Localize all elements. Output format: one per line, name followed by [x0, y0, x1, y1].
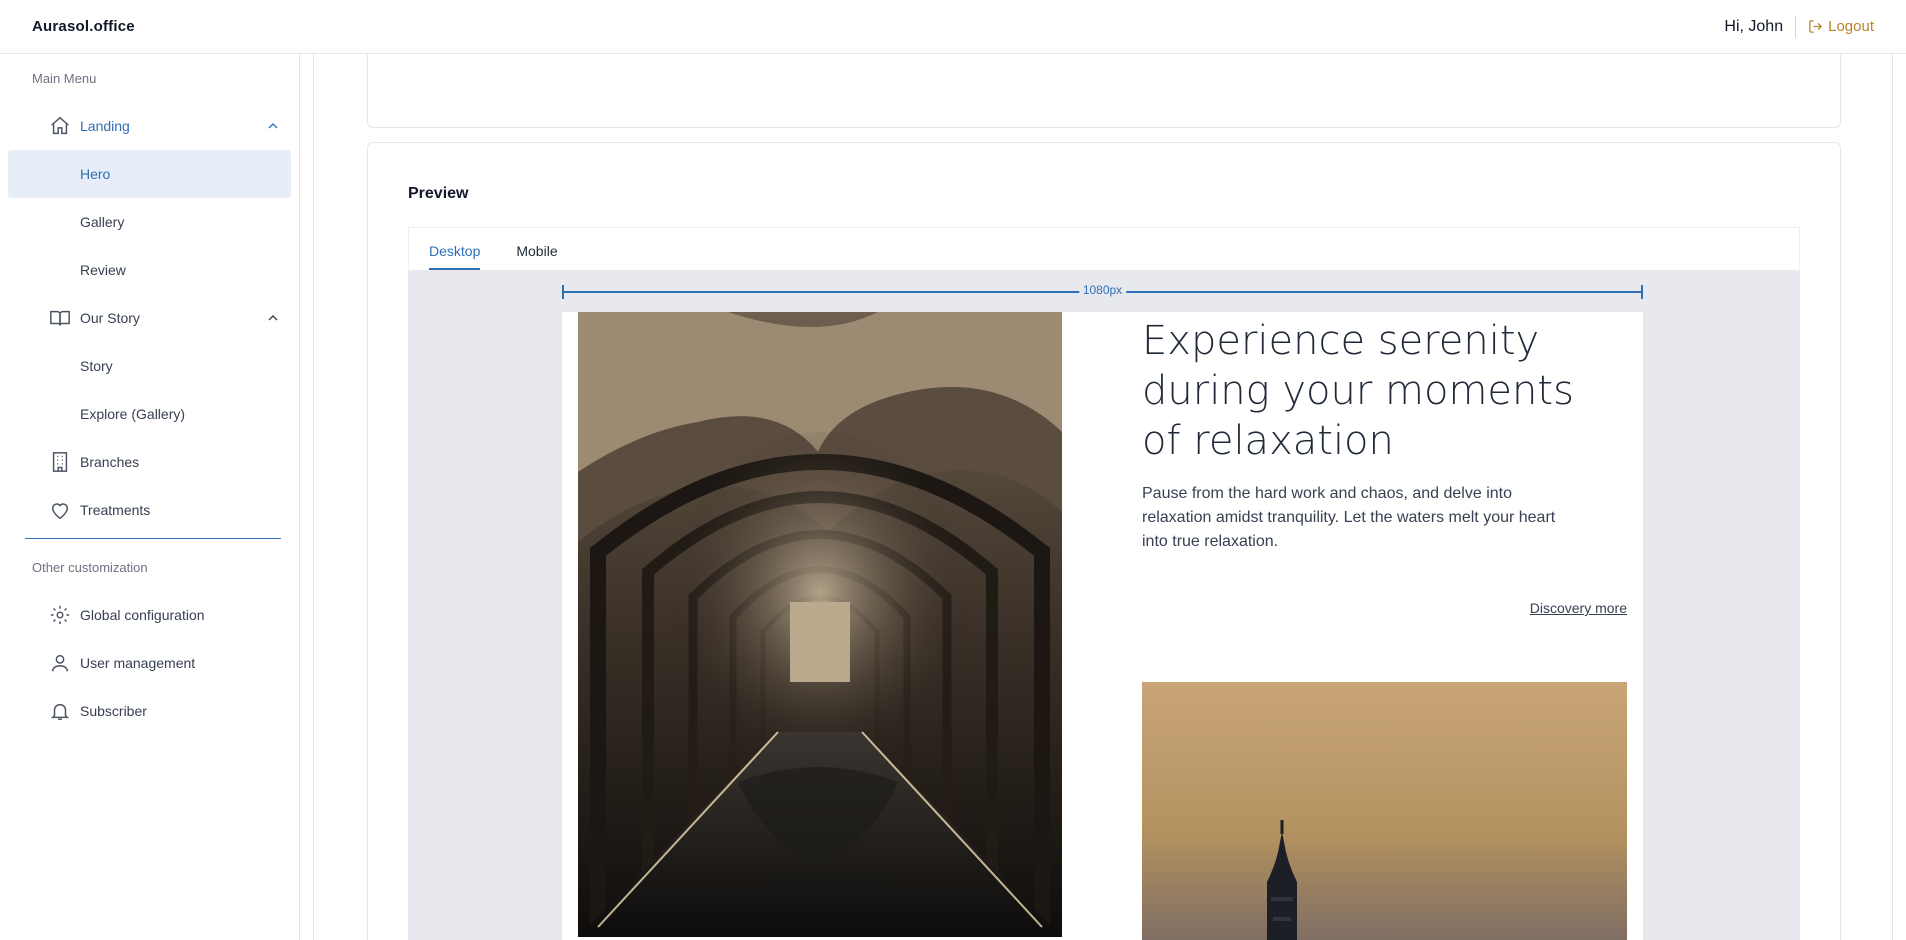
hero-body: Pause from the hard work and chaos, and …	[1142, 485, 1556, 550]
sidebar-divider	[25, 538, 281, 539]
ruler-cap-right	[1641, 285, 1643, 299]
sidebar-item-landing[interactable]: Landing	[0, 102, 299, 150]
sidebar-item-hero[interactable]: Hero	[8, 150, 291, 198]
sidebar-item-subscriber[interactable]: Subscriber	[0, 687, 299, 735]
sidebar-item-label: User management	[80, 655, 196, 671]
top-bar: Aurasol.office Hi, John Logout	[0, 0, 1906, 54]
hero-title: Experience serenity during your moments …	[1142, 318, 1574, 464]
tab-mobile[interactable]: Mobile	[516, 243, 557, 270]
heart-icon	[48, 498, 72, 522]
form-card: Submit	[367, 54, 1841, 128]
sidebar: Main Menu Landing Hero Gallery Review Ou…	[0, 54, 300, 940]
sidebar-item-label: Subscriber	[80, 703, 147, 719]
tab-desktop[interactable]: Desktop	[429, 243, 481, 270]
sidebar-item-explore-gallery[interactable]: Explore (Gallery)	[8, 390, 291, 438]
user-icon	[48, 651, 72, 675]
ruler-cap-left	[562, 285, 564, 299]
sidebar-item-story[interactable]: Story	[8, 342, 291, 390]
sidebar-item-label: Our Story	[80, 310, 140, 326]
logout-icon	[1809, 20, 1823, 33]
corridor-image	[578, 312, 1062, 937]
home-icon	[48, 114, 72, 138]
sidebar-item-gallery[interactable]: Gallery	[8, 198, 291, 246]
sidebar-item-our-story[interactable]: Our Story	[0, 294, 299, 342]
main-menu-label: Main Menu	[32, 70, 97, 86]
preview-card: Preview Desktop Mobile 1080px Experience…	[367, 142, 1841, 940]
brand-logo[interactable]: Aurasol.office	[32, 18, 135, 35]
sidebar-item-treatments[interactable]: Treatments	[0, 486, 299, 534]
gear-icon	[48, 603, 72, 627]
sidebar-item-review[interactable]: Review	[8, 246, 291, 294]
building-icon	[48, 450, 72, 474]
chevron-up-icon[interactable]	[265, 310, 281, 326]
logout-button[interactable]: Logout	[1808, 18, 1874, 35]
other-customization-label: Other customization	[32, 559, 148, 575]
hero-preview-page: Experience serenity during your moments …	[562, 312, 1643, 940]
bell-icon	[48, 699, 72, 723]
preview-tabs: Desktop Mobile	[408, 227, 1800, 270]
chevron-up-icon[interactable]	[265, 118, 281, 134]
sunset-image	[1142, 682, 1627, 940]
user-greeting: Hi, John	[1724, 17, 1784, 35]
sidebar-item-label: Landing	[80, 118, 130, 134]
sidebar-item-branches[interactable]: Branches	[0, 438, 299, 486]
header-divider	[1795, 15, 1797, 38]
sidebar-item-global-configuration[interactable]: Global configuration	[0, 591, 299, 639]
logout-label: Logout	[1828, 18, 1874, 35]
sidebar-item-label: Global configuration	[80, 607, 205, 623]
sidebar-item-label: Branches	[80, 454, 140, 470]
sidebar-item-label: Treatments	[80, 502, 151, 518]
user-area: Hi, John Logout	[1724, 15, 1874, 38]
book-icon	[48, 306, 72, 330]
sidebar-item-user-management[interactable]: User management	[0, 639, 299, 687]
main-content: Submit Preview Desktop Mobile 1080px	[313, 54, 1893, 940]
width-ruler: 1080px	[562, 283, 1643, 299]
preview-title: Preview	[408, 185, 469, 202]
discovery-more-link[interactable]: Discovery more	[1530, 600, 1627, 616]
ruler-label: 1080px	[1078, 283, 1127, 297]
preview-canvas: 1080px Experience serenity during your m…	[408, 270, 1800, 940]
